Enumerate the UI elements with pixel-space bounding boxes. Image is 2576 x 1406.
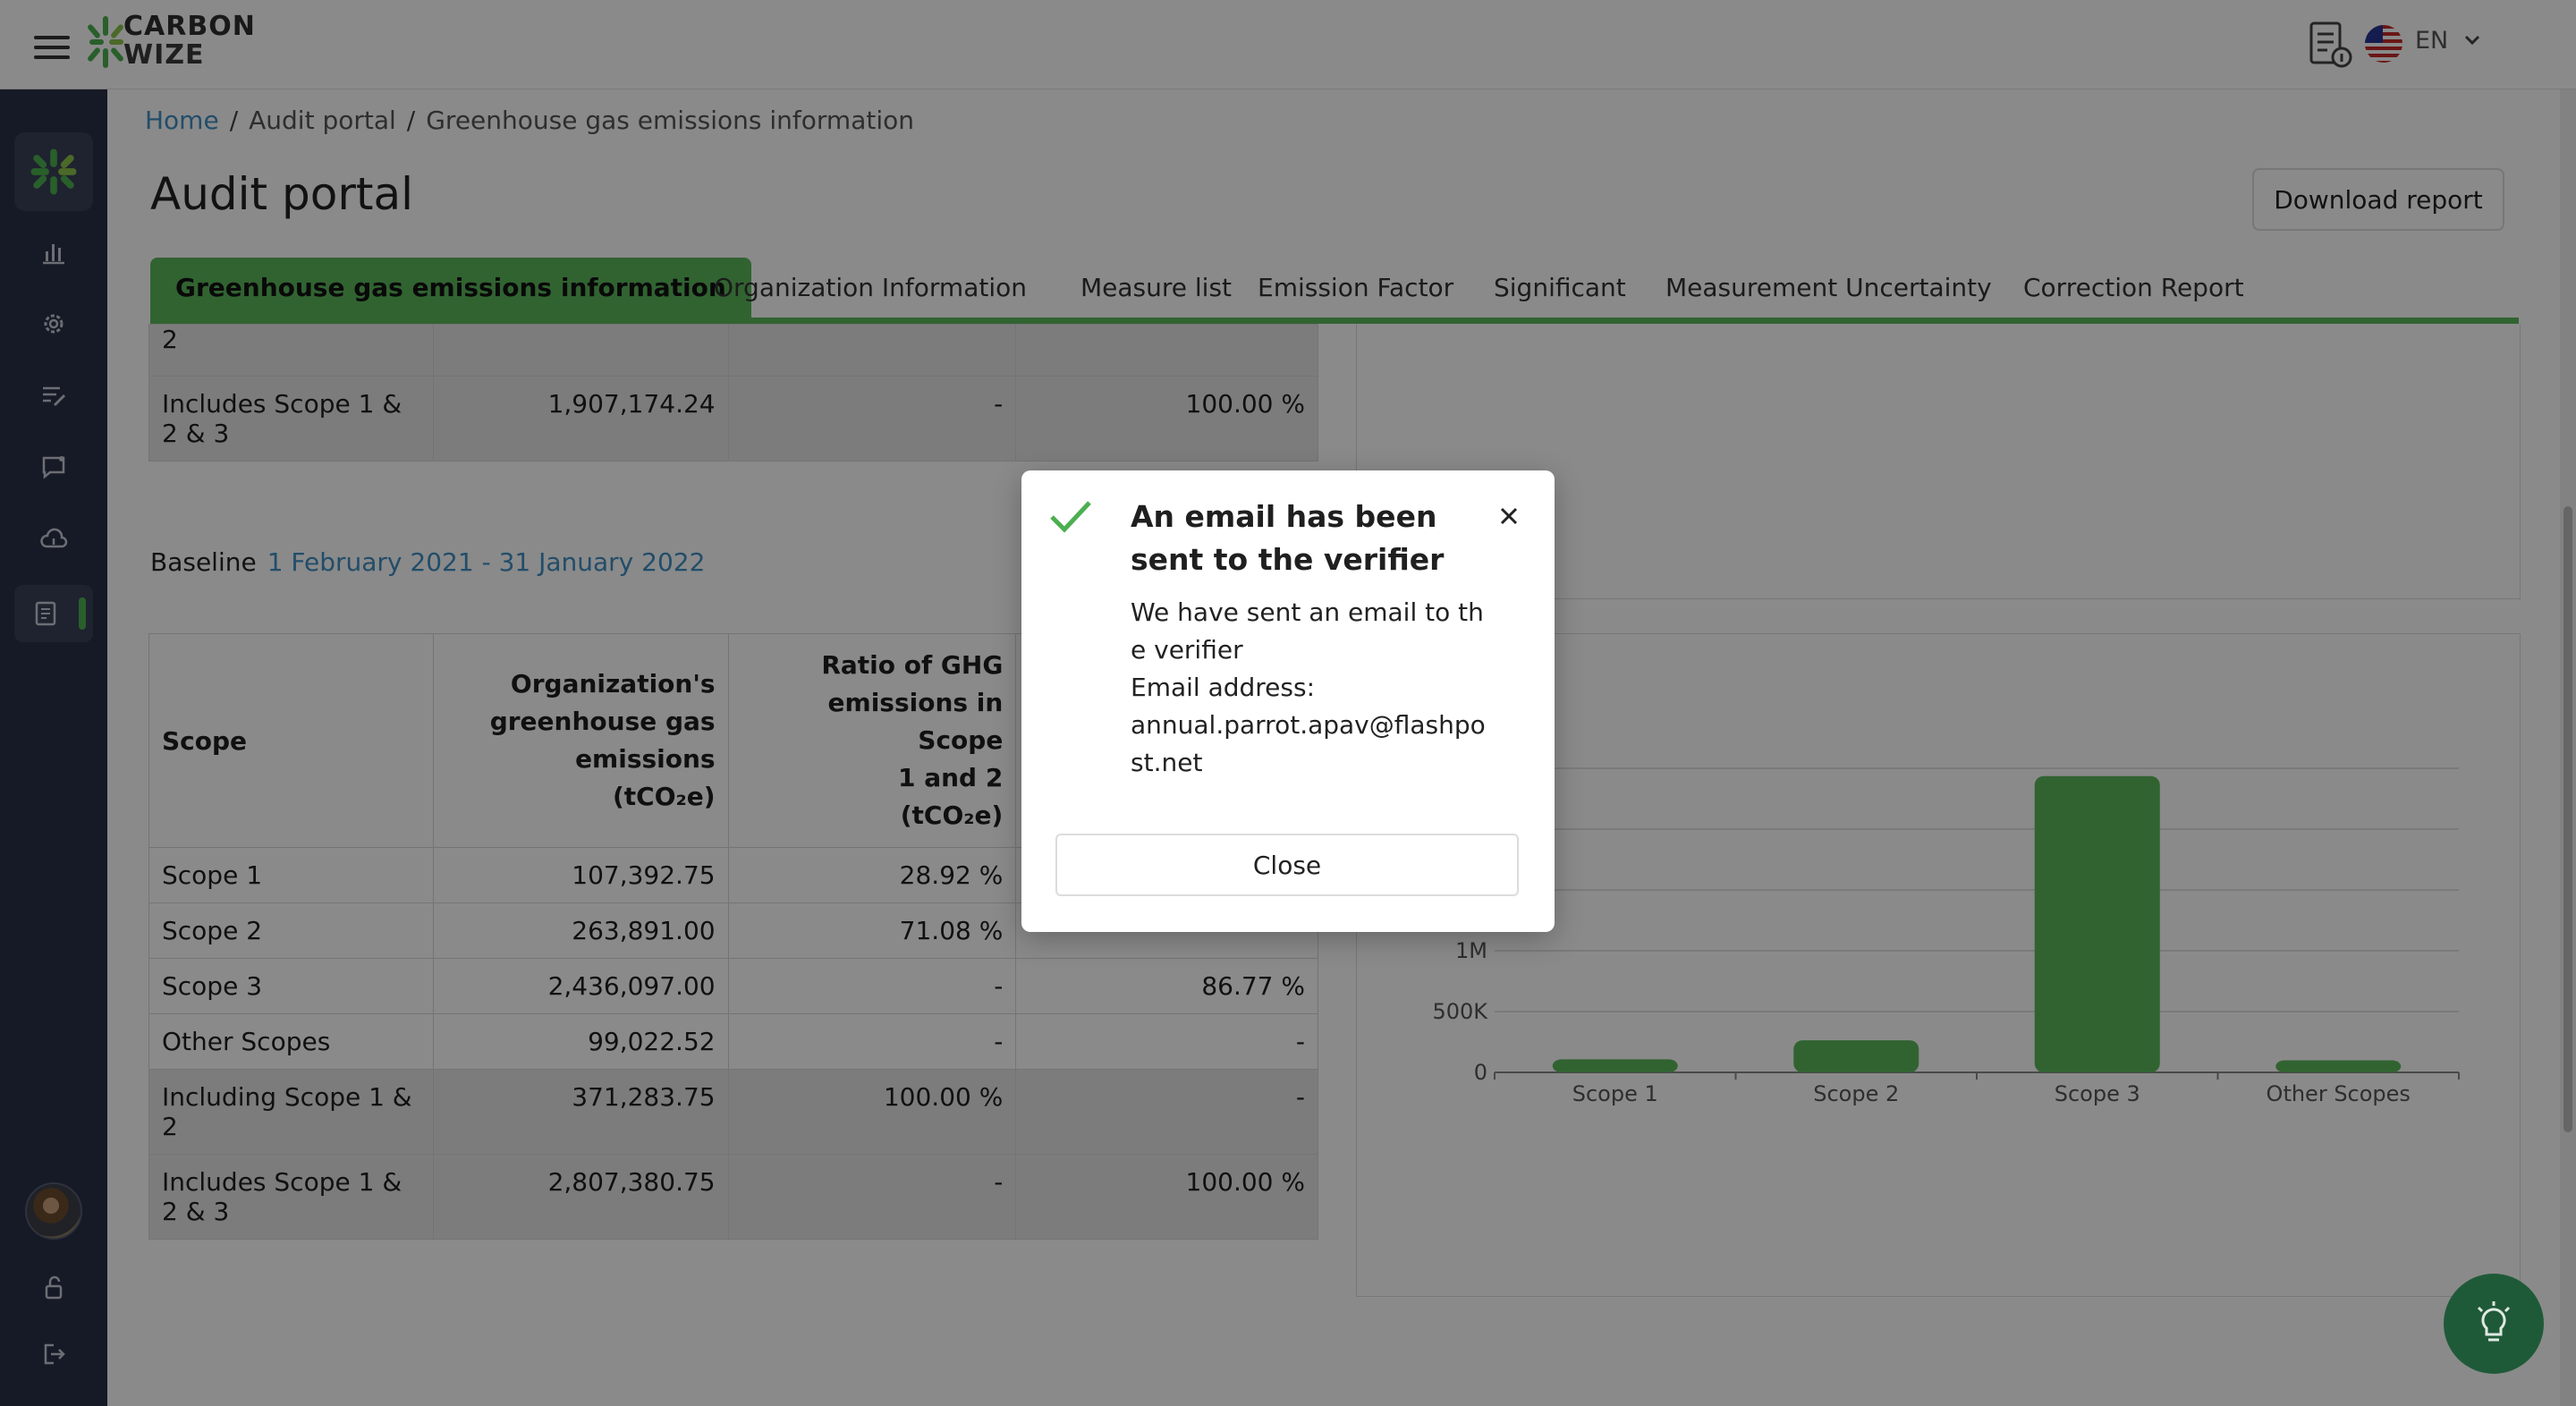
tips-button[interactable] — [2444, 1274, 2544, 1374]
email-sent-dialog: An email has been sent to the verifier W… — [1021, 470, 1555, 932]
dialog-message: We have sent an email to the verifier — [1131, 597, 1484, 665]
dialog-email-label: Email address: — [1131, 673, 1316, 702]
dialog-body: We have sent an email to the verifier Em… — [1131, 594, 1488, 782]
close-button[interactable]: Close — [1055, 834, 1519, 896]
dialog-email-address: annual.parrot.apav@flashpost.net — [1131, 710, 1486, 777]
close-icon[interactable] — [1496, 503, 1522, 529]
check-icon — [1050, 501, 1091, 533]
lightbulb-icon — [2477, 1301, 2511, 1342]
dialog-title: An email has been sent to the verifier — [1131, 499, 1445, 577]
